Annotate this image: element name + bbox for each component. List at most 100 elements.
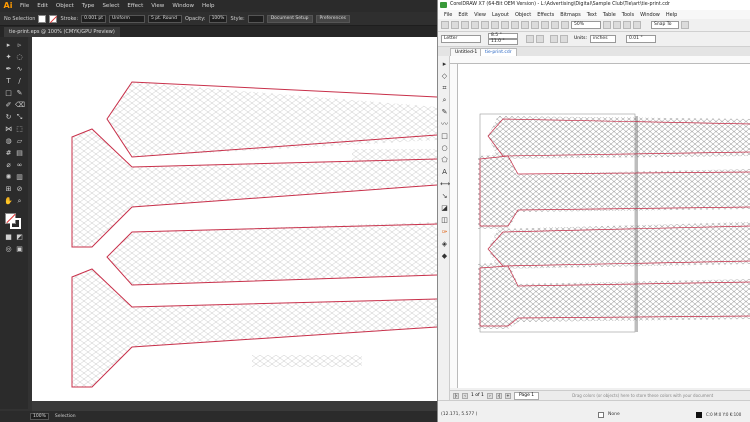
save-icon[interactable] (461, 21, 469, 29)
cd-rectangle-tool-icon[interactable]: □ (440, 132, 449, 141)
zoom-field[interactable]: 100% (30, 413, 49, 420)
ai-artboard[interactable] (32, 37, 437, 401)
document-setup-button[interactable]: Document Setup (266, 14, 313, 23)
fill-swatch[interactable] (38, 14, 47, 23)
last-page-button[interactable]: ›| (495, 392, 502, 399)
hand-tool-icon[interactable]: ✋ (4, 197, 13, 206)
ai-menu-edit[interactable]: Edit (33, 3, 52, 9)
portrait-icon[interactable] (526, 35, 534, 43)
print-icon[interactable] (471, 21, 479, 29)
transparency-tool-icon[interactable]: ◫ (440, 216, 449, 225)
zoom-level-dropdown[interactable]: 50% (571, 21, 601, 29)
page-size-dropdown[interactable]: Letter (441, 35, 481, 43)
profile-dropdown[interactable]: Uniform (109, 14, 145, 23)
ai-horizontal-scrollbar[interactable] (32, 401, 437, 411)
brush-dropdown[interactable]: 5 pt. Round (148, 14, 182, 23)
smart-fill-tool-icon[interactable]: ◆ (440, 252, 449, 261)
fullscreen-icon[interactable] (603, 21, 611, 29)
page-height-field[interactable]: 11.0 " (488, 39, 518, 45)
guidelines-icon[interactable] (633, 21, 641, 29)
scale-tool-icon[interactable]: ⤡ (15, 113, 24, 122)
cd-vertical-ruler[interactable] (450, 64, 458, 388)
opacity-field[interactable]: 100% (208, 14, 228, 23)
copy-icon[interactable] (491, 21, 499, 29)
snap-to-dropdown[interactable]: Snap To (651, 21, 679, 29)
export-icon[interactable] (551, 21, 559, 29)
width-tool-icon[interactable]: ⋈ (4, 125, 13, 134)
ai-menu-object[interactable]: Object (52, 3, 78, 9)
color-eyedropper-tool-icon[interactable]: ✑ (440, 228, 449, 237)
ai-menu-help[interactable]: Help (198, 3, 219, 9)
cd-menu-file[interactable]: File (441, 12, 455, 18)
graph-tool-icon[interactable]: ▥ (15, 173, 24, 182)
pick-tool-icon[interactable]: ▸ (440, 60, 449, 69)
pen-tool-icon[interactable]: ✒ (4, 65, 13, 74)
cd-menu-object[interactable]: Object (512, 12, 534, 18)
slice-tool-icon[interactable]: ⊘ (15, 185, 24, 194)
magic-wand-tool-icon[interactable]: ✦ (4, 53, 13, 62)
eyedropper-tool-icon[interactable]: ⌀ (4, 161, 13, 170)
ai-menu-select[interactable]: Select (98, 3, 123, 9)
tab-tie-print[interactable]: tie-print.cdr (480, 48, 517, 56)
cd-menu-table[interactable]: Table (600, 12, 619, 18)
parallel-dimension-tool-icon[interactable]: ⟷ (440, 180, 450, 189)
rulers-icon[interactable] (613, 21, 621, 29)
paintbrush-tool-icon[interactable]: ✎ (15, 89, 24, 98)
type-tool-icon[interactable]: T (4, 77, 13, 86)
lasso-tool-icon[interactable]: ◌ (15, 53, 24, 62)
landscape-icon[interactable] (536, 35, 544, 43)
cd-menu-view[interactable]: View (471, 12, 489, 18)
shaper-tool-icon[interactable]: ✐ (4, 101, 13, 110)
cd-menu-layout[interactable]: Layout (489, 12, 512, 18)
curvature-tool-icon[interactable]: ∿ (15, 65, 24, 74)
eraser-tool-icon[interactable]: ⌫ (15, 101, 25, 110)
free-transform-tool-icon[interactable]: ⬚ (15, 125, 24, 134)
all-pages-icon[interactable] (550, 35, 558, 43)
paste-icon[interactable] (501, 21, 509, 29)
ai-menu-window[interactable]: Window (168, 3, 198, 9)
tab-untitled-1[interactable]: Untitled-1 (450, 48, 483, 56)
publish-pdf-icon[interactable] (561, 21, 569, 29)
ellipse-tool-icon[interactable]: ○ (440, 144, 449, 153)
drop-shadow-tool-icon[interactable]: ◪ (440, 204, 449, 213)
redo-icon[interactable] (521, 21, 529, 29)
page-1-tab[interactable]: Page 1 (513, 391, 540, 400)
fill-stroke-indicator[interactable] (5, 213, 21, 229)
connector-tool-icon[interactable]: ↘ (440, 192, 449, 201)
prev-page-button[interactable]: ‹ (462, 392, 468, 399)
units-dropdown[interactable]: inches (590, 35, 616, 43)
ai-menu-file[interactable]: File (16, 3, 33, 9)
cd-drawing-area[interactable] (458, 64, 750, 388)
direct-select-tool-icon[interactable]: ▹ (15, 41, 24, 50)
artistic-media-tool-icon[interactable]: 〰 (440, 120, 449, 129)
new-file-icon[interactable] (441, 21, 449, 29)
polygon-tool-icon[interactable]: ⬠ (440, 156, 449, 165)
stroke-swatch[interactable] (49, 14, 58, 23)
freehand-tool-icon[interactable]: ✎ (440, 108, 449, 117)
open-file-icon[interactable] (451, 21, 459, 29)
cd-menu-window[interactable]: Window (637, 12, 663, 18)
shape-tool-icon[interactable]: ◇ (440, 72, 449, 81)
import-icon[interactable] (541, 21, 549, 29)
options-gear-icon[interactable] (681, 21, 689, 29)
ai-doc-tab[interactable]: tie-print.eps @ 100% (CMYK/GPU Preview) (4, 27, 120, 37)
symbol-sprayer-tool-icon[interactable]: ✺ (4, 173, 13, 182)
next-page-button[interactable]: › (486, 392, 493, 399)
cd-menu-edit[interactable]: Edit (455, 12, 471, 18)
screen-mode-icon[interactable]: ▣ (15, 245, 24, 254)
ai-menu-effect[interactable]: Effect (123, 3, 147, 9)
add-page-button[interactable]: + (504, 392, 511, 399)
cd-menu-help[interactable]: Help (663, 12, 680, 18)
cd-menu-effects[interactable]: Effects (534, 12, 557, 18)
grid-icon[interactable] (623, 21, 631, 29)
blend-tool-icon[interactable]: ∞ (15, 161, 24, 170)
cd-zoom-tool-icon[interactable]: ⌕ (440, 96, 449, 105)
cd-menu-tools[interactable]: Tools (619, 12, 637, 18)
cut-icon[interactable] (481, 21, 489, 29)
draw-mode-icon[interactable]: ◎ (4, 245, 13, 254)
nudge-distance-field[interactable]: 0.01 " (626, 35, 656, 43)
gradient-tool-icon[interactable]: ▤ (15, 149, 24, 158)
undo-icon[interactable] (511, 21, 519, 29)
mesh-tool-icon[interactable]: # (4, 149, 13, 158)
zoom-tool-icon[interactable]: ⌕ (15, 197, 24, 206)
